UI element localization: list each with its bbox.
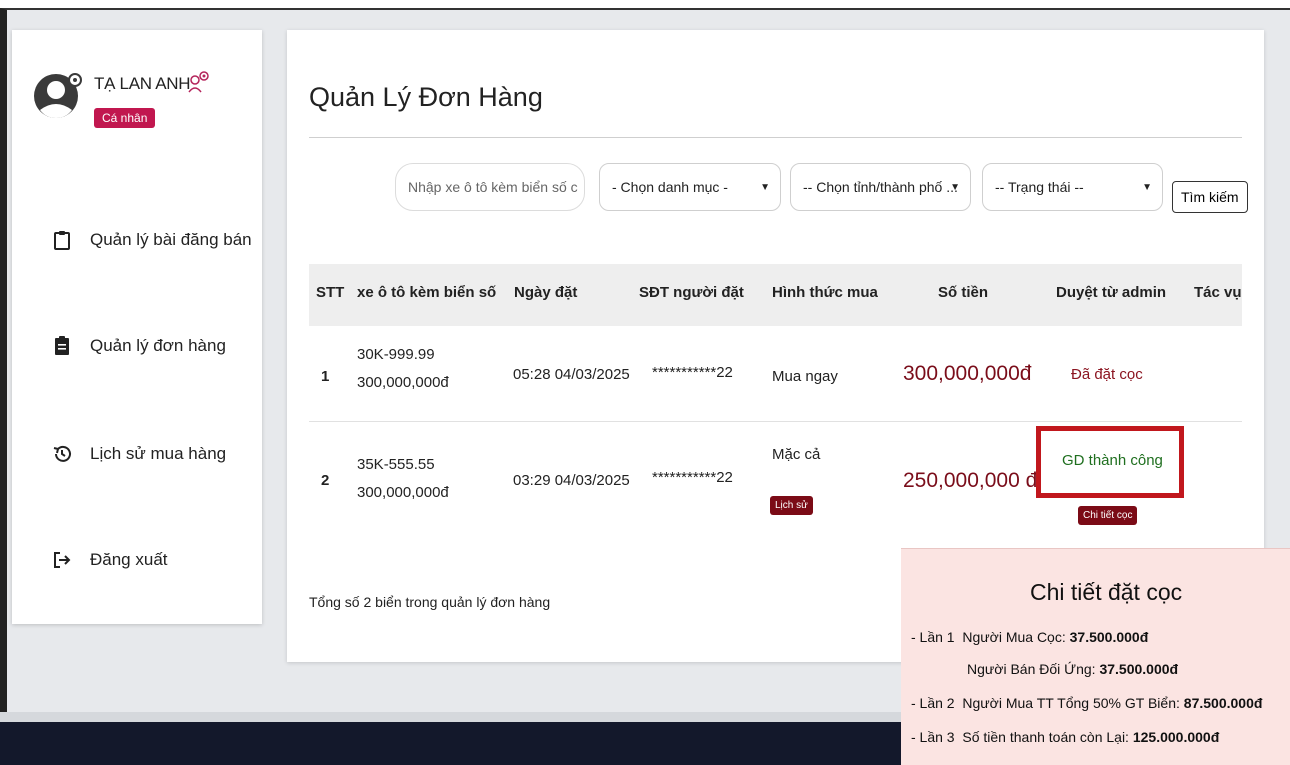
line-label: Người Bán Đối Ứng:: [967, 661, 1096, 677]
chevron-down-icon: ▼: [760, 182, 770, 193]
col-header-amount: Số tiền: [938, 284, 989, 301]
sidebar: TẠ LAN ANH Cá nhân Quản lý bài đăng bán …: [12, 30, 262, 624]
line-prefix: - Lần 1: [911, 629, 955, 645]
role-badge: Cá nhân: [94, 108, 156, 128]
category-select-value: - Chọn danh mục -: [612, 179, 728, 195]
row-purchase-type: Mặc cả: [772, 446, 821, 463]
line-label: Người Mua Cọc:: [962, 629, 1066, 645]
search-button[interactable]: Tìm kiếm: [1172, 181, 1248, 213]
row-stt: 1: [321, 368, 330, 385]
sidebar-item-logout[interactable]: Đăng xuất: [52, 550, 168, 570]
row-admin-status: Đã đặt cọc: [1071, 366, 1143, 383]
col-header-actions: Tác vụ: [1194, 284, 1242, 301]
popup-line: - Lần 2 Người Mua TT Tổng 50% GT Biển: 8…: [911, 695, 1262, 711]
line-value: 125.000.000đ: [1132, 729, 1220, 745]
history-icon: [53, 445, 71, 462]
sidebar-item-listings[interactable]: Quản lý bài đăng bán: [52, 230, 252, 250]
row-date: 03:29 04/03/2025: [513, 472, 630, 489]
status-select-value: -- Trạng thái --: [995, 179, 1084, 195]
city-select[interactable]: -- Chọn tỉnh/thành phố ... ▼: [790, 163, 971, 211]
popup-line: Người Bán Đối Ứng: 37.500.000đ: [967, 661, 1178, 677]
col-header-admin-status: Duyệt từ admin: [1056, 284, 1167, 301]
sidebar-item-history[interactable]: Lịch sử mua hàng: [52, 444, 226, 464]
line-prefix: - Lần 3: [911, 729, 955, 745]
popup-title: Chi tiết đặt cọc: [1030, 579, 1183, 605]
chevron-down-icon: ▼: [950, 182, 960, 193]
row-phone: ***********22: [652, 364, 733, 381]
line-label: Số tiền thanh toán còn Lại:: [962, 729, 1129, 745]
row-purchase-type: Mua ngay: [772, 368, 838, 385]
city-select-value: -- Chọn tỉnh/thành phố ...: [803, 179, 958, 195]
line-value: 37.500.000đ: [1069, 629, 1149, 645]
row-plate[interactable]: 30K-999.99: [357, 346, 435, 363]
row-plate-price: 300,000,000đ: [357, 374, 449, 391]
title-divider: [309, 137, 1242, 138]
user-name: TẠ LAN ANH: [94, 74, 191, 93]
popup-line: - Lần 1 Người Mua Cọc: 37.500.000đ: [911, 629, 1148, 645]
chevron-down-icon: ▼: [1142, 182, 1152, 193]
row-plate-price: 300,000,000đ: [357, 484, 449, 501]
deposit-detail-button[interactable]: Chi tiết cọc: [1078, 506, 1138, 525]
col-header-phone: SĐT người đặt: [639, 284, 744, 301]
line-label: Người Mua TT Tổng 50% GT Biển:: [962, 695, 1180, 711]
col-header-stt: STT: [316, 284, 345, 301]
sidebar-item-orders[interactable]: Quản lý đơn hàng: [52, 336, 226, 356]
footer-count: Tổng số 2 biển trong quản lý đơn hàng: [309, 594, 551, 610]
logout-icon: [54, 552, 71, 568]
highlight-box: [1036, 426, 1184, 498]
clipboard-icon: [54, 231, 70, 250]
col-header-plate: xe ô tô kèm biển số: [357, 284, 497, 301]
page-title: Quản Lý Đơn Hàng: [309, 82, 543, 112]
row-amount: 300,000,000đ: [903, 362, 1032, 385]
history-button[interactable]: Lịch sử: [770, 496, 813, 515]
search-input[interactable]: [395, 163, 585, 211]
row-divider: [309, 421, 1242, 422]
line-value: 87.500.000đ: [1183, 695, 1263, 711]
row-date: 05:28 04/03/2025: [513, 366, 630, 383]
col-header-date: Ngày đặt: [514, 284, 578, 301]
row-stt: 2: [321, 472, 330, 489]
row-phone: ***********22: [652, 469, 733, 486]
category-select[interactable]: - Chọn danh mục - ▼: [599, 163, 781, 211]
status-select[interactable]: -- Trạng thái -- ▼: [982, 163, 1163, 211]
row-amount: 250,000,000 đ: [903, 469, 1038, 492]
row-plate[interactable]: 35K-555.55: [357, 456, 435, 473]
sidebar-item-label: Lịch sử mua hàng: [90, 444, 227, 463]
line-value: 37.500.000đ: [1099, 661, 1179, 677]
sidebar-item-label: Quản lý đơn hàng: [90, 336, 226, 355]
user-avatar-icon[interactable]: [32, 70, 84, 122]
clipboard-list-icon: [55, 336, 69, 355]
deposit-detail-popup: Chi tiết đặt cọc - Lần 1 Người Mua Cọc: …: [901, 548, 1290, 765]
line-prefix: - Lần 2: [911, 695, 955, 711]
col-header-purchase-type: Hình thức mua: [772, 284, 878, 301]
sidebar-item-label: Quản lý bài đăng bán: [90, 230, 252, 249]
user-settings-icon[interactable]: [187, 70, 211, 94]
popup-line: - Lần 3 Số tiền thanh toán còn Lại: 125.…: [911, 729, 1219, 745]
sidebar-item-label: Đăng xuất: [90, 550, 168, 569]
